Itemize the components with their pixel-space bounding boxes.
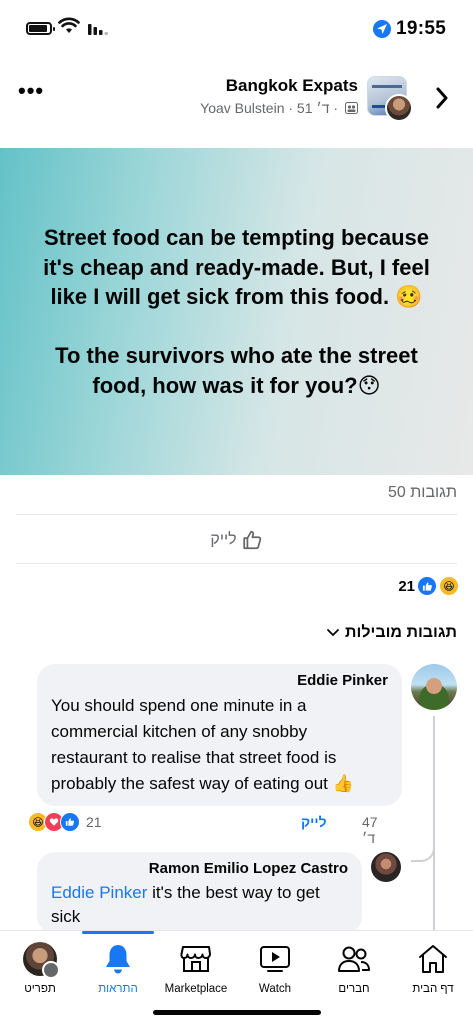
author-avatar[interactable] xyxy=(385,94,413,122)
nav-home-label: דף הבית xyxy=(412,983,454,995)
nav-friends-label: חברים xyxy=(338,983,370,995)
home-icon xyxy=(419,945,447,973)
nav-watch-label: Watch xyxy=(258,983,292,995)
thread-line xyxy=(433,716,435,930)
wifi-icon xyxy=(58,17,80,33)
nav-menu-label: תפריט xyxy=(24,983,56,995)
reactions-count: 21 xyxy=(398,577,415,595)
thread-connector xyxy=(411,836,435,862)
comments-filter[interactable]: תגובות מובילות xyxy=(327,624,457,642)
more-options-button[interactable]: ••• xyxy=(18,80,44,102)
chevron-right-icon[interactable] xyxy=(435,87,449,109)
video-icon xyxy=(260,946,290,972)
divider xyxy=(16,563,457,564)
divider xyxy=(16,514,457,515)
reply-text: Eddie Pinker it's the best way to get si… xyxy=(51,881,348,929)
post-meta: Yoav Bulstein · 51 ד׳ · xyxy=(200,100,358,116)
signal-icon xyxy=(88,24,108,35)
nav-watch[interactable]: Watch xyxy=(235,941,315,995)
friends-icon xyxy=(338,946,370,972)
status-bar: 19:55 xyxy=(0,0,473,56)
haha-reaction-icon: 😆 xyxy=(439,576,459,596)
battery-icon xyxy=(26,22,55,35)
post-meta-text: Yoav Bulstein · 51 ד׳ · xyxy=(200,100,339,116)
comments-filter-label: תגובות מובילות xyxy=(345,624,457,641)
nav-marketplace[interactable]: Marketplace xyxy=(156,941,236,995)
comment-bubble[interactable]: Eddie Pinker You should spend one minute… xyxy=(37,664,402,806)
comment-author[interactable]: Eddie Pinker xyxy=(51,672,388,689)
comment-time: 47 ד׳ xyxy=(362,814,378,846)
nav-notifications-label: התראות xyxy=(98,983,138,995)
home-indicator xyxy=(153,1010,321,1015)
group-name[interactable]: Bangkok Expats xyxy=(226,76,358,96)
nav-menu[interactable]: תפריט xyxy=(0,941,80,995)
nav-home[interactable]: דף הבית xyxy=(393,941,473,995)
comment-avatar[interactable] xyxy=(411,664,457,710)
reply-mention[interactable]: Eddie Pinker xyxy=(51,883,147,902)
shop-icon xyxy=(180,946,211,972)
reply-avatar[interactable] xyxy=(371,852,401,882)
like-reaction-icon xyxy=(417,576,437,596)
like-reaction-icon xyxy=(60,812,80,832)
location-arrow-icon xyxy=(373,20,391,38)
like-label: לייק xyxy=(210,531,237,548)
bell-icon xyxy=(106,945,130,974)
comment-text: You should spend one minute in a commerc… xyxy=(51,696,354,793)
nav-marketplace-label: Marketplace xyxy=(164,983,228,995)
post-banner: Street food can be tempting because it's… xyxy=(0,148,473,475)
like-button[interactable]: לייק xyxy=(0,526,473,554)
reply-bubble[interactable]: Ramon Emilio Lopez Castro Eddie Pinker i… xyxy=(37,852,362,934)
chevron-down-icon xyxy=(327,629,339,637)
reply-author[interactable]: Ramon Emilio Lopez Castro xyxy=(51,860,348,877)
post-text: Street food can be tempting because it's… xyxy=(43,225,430,398)
nav-friends[interactable]: חברים xyxy=(314,941,394,995)
profile-avatar-icon xyxy=(23,942,60,979)
post-header: ••• Bangkok Expats Yoav Bulstein · 51 ד׳… xyxy=(0,60,473,140)
comment-actions: 😆 21 לייק 47 ד׳ xyxy=(28,812,388,846)
status-time: 19:55 xyxy=(396,18,447,39)
nav-notifications[interactable]: התראות xyxy=(78,941,158,995)
group-privacy-icon xyxy=(345,102,358,114)
thumbs-up-icon xyxy=(242,530,261,550)
comment-reactions[interactable]: 😆 21 xyxy=(28,812,102,832)
reactions-summary[interactable]: 😆 21 xyxy=(392,576,459,596)
comment-reactions-count: 21 xyxy=(86,814,102,830)
active-tab-indicator xyxy=(82,931,154,934)
comment-like-button[interactable]: לייק xyxy=(301,814,327,830)
comments-count[interactable]: 50 תגובות xyxy=(388,484,457,502)
